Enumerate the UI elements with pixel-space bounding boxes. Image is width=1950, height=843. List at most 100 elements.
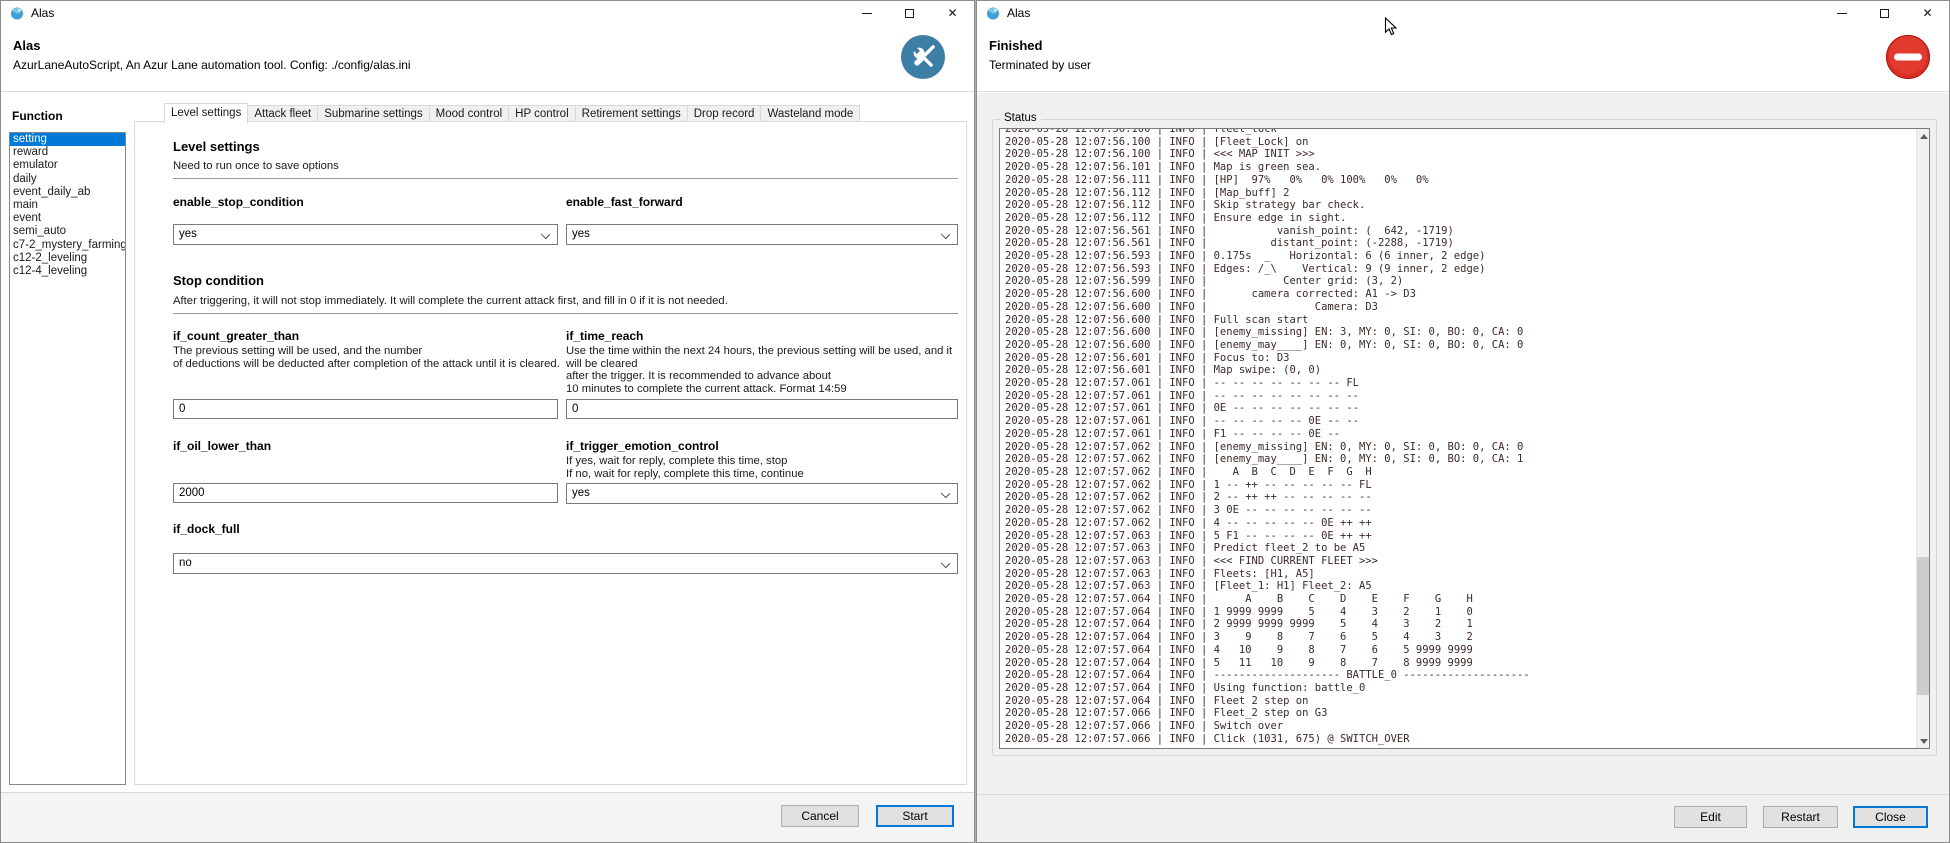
edit-button[interactable]: Edit [1674,806,1747,828]
tab[interactable]: Submarine settings [318,105,429,122]
field-label-if-trigger-emotion-control: if_trigger_emotion_control [566,439,719,453]
function-list-item[interactable]: main [10,199,125,212]
log-line: 2020-05-28 12:07:57.063 | INFO | Predict… [1005,542,1915,555]
log-line: 2020-05-28 12:07:56.600 | INFO | [enemy_… [1005,339,1915,352]
close-button[interactable]: ✕ [931,1,974,25]
log-line: 2020-05-28 12:07:57.062 | INFO | [enemy_… [1005,453,1915,466]
if-time-reach-input[interactable] [566,399,958,419]
titlebar: Alas ✕ [977,1,1949,25]
chevron-down-icon [941,559,950,568]
minimize-button[interactable] [845,1,888,25]
log-lines: 2020-05-28 12:07:56.100 | INFO | fleet_l… [1005,128,1915,745]
status-panel: Status 2020-05-28 12:07:56.100 | INFO | … [977,93,1949,794]
tab[interactable]: HP control [509,105,575,122]
close-action-button[interactable]: Close [1853,806,1928,828]
minimize-icon [1837,13,1847,14]
if-oil-lower-than-input[interactable] [173,483,558,503]
restart-button[interactable]: Restart [1763,806,1838,828]
function-list-item[interactable]: daily [10,173,125,186]
function-list-item[interactable]: event [10,212,125,225]
scroll-up-button[interactable] [1917,129,1930,143]
if-trigger-emotion-control-select[interactable]: yes [566,483,958,504]
cancel-button[interactable]: Cancel [781,805,859,827]
tab[interactable]: Level settings [164,103,248,123]
maximize-button[interactable] [1863,1,1906,25]
alas-app-icon[interactable] [10,6,24,20]
tools-icon [900,34,946,80]
log-line: 2020-05-28 12:07:56.100 | INFO | <<< MAP… [1005,148,1915,161]
log-line: 2020-05-28 12:07:57.066 | INFO | Switch … [1005,720,1915,733]
scrollbar-thumb[interactable] [1917,557,1930,695]
divider [173,178,958,179]
start-button[interactable]: Start [876,805,954,827]
field-label-if-dock-full: if_dock_full [173,522,240,536]
log-line: 2020-05-28 12:07:57.062 | INFO | 4 -- --… [1005,517,1915,530]
log-line: 2020-05-28 12:07:57.061 | INFO | -- -- -… [1005,377,1915,390]
window-title: Alas [1007,6,1030,20]
log-line: 2020-05-28 12:07:57.061 | INFO | 0E -- -… [1005,402,1915,415]
chevron-down-icon [541,230,550,239]
stopped-icon [1885,34,1931,80]
select-value: no [179,557,192,569]
maximize-button[interactable] [888,1,931,25]
function-list-item[interactable]: c12-2_leveling [10,252,125,265]
arrow-down-icon [1920,739,1928,744]
log-line: 2020-05-28 12:07:56.101 | INFO | Map is … [1005,161,1915,174]
field-label-if-time-reach: if_time_reach [566,329,643,343]
log-line: 2020-05-28 12:07:57.062 | INFO | A B C D… [1005,466,1915,479]
field-label-if-oil-lower-than: if_oil_lower_than [173,439,271,453]
enable-stop-condition-select[interactable]: yes [173,224,558,245]
if-dock-full-select[interactable]: no [173,553,958,574]
function-list-item[interactable]: c7-2_mystery_farming [10,239,125,252]
status-subtitle: Terminated by user [989,58,1091,72]
log-line: 2020-05-28 12:07:56.600 | INFO | Camera:… [1005,301,1915,314]
section-title-stop-condition: Stop condition [173,273,264,288]
page-subtitle: AzurLaneAutoScript, An Azur Lane automat… [13,58,411,72]
log-line: 2020-05-28 12:07:57.063 | INFO | <<< FIN… [1005,555,1915,568]
status-title: Finished [989,38,1042,53]
scroll-down-button[interactable] [1917,734,1930,748]
log-line: 2020-05-28 12:07:57.064 | INFO | 4 10 9 … [1005,644,1915,657]
log-line: 2020-05-28 12:07:57.062 | INFO | 1 -- ++… [1005,479,1915,492]
minimize-button[interactable] [1820,1,1863,25]
tabs: Level settingsAttack fleetSubmarine sett… [134,103,967,122]
log-line: 2020-05-28 12:07:57.064 | INFO | 3 9 8 7… [1005,631,1915,644]
function-list-item[interactable]: reward [10,146,125,159]
chevron-down-icon [941,230,950,239]
function-list-item[interactable]: event_daily_ab [10,186,125,199]
log-line: 2020-05-28 12:07:56.561 | INFO | distant… [1005,237,1915,250]
tab[interactable]: Mood control [430,105,509,122]
log-line: 2020-05-28 12:07:56.561 | INFO | vanish_… [1005,225,1915,238]
log-line: 2020-05-28 12:07:57.061 | INFO | F1 -- -… [1005,428,1915,441]
function-list-item[interactable]: semi_auto [10,225,125,238]
log-line: 2020-05-28 12:07:57.061 | INFO | -- -- -… [1005,390,1915,403]
log-line: 2020-05-28 12:07:57.062 | INFO | [enemy_… [1005,441,1915,454]
function-list-item[interactable]: emulator [10,159,125,172]
log-line: 2020-05-28 12:07:56.112 | INFO | [Map_bu… [1005,187,1915,200]
function-list-item[interactable]: setting [10,133,125,146]
log-line: 2020-05-28 12:07:57.064 | INFO | 1 9999 … [1005,606,1915,619]
field-label-enable-fast-forward: enable_fast_forward [566,195,683,209]
vertical-scrollbar[interactable] [1916,129,1929,748]
minimize-icon [862,13,872,14]
tab[interactable]: Drop record [688,105,762,122]
app-header: Finished Terminated by user [977,25,1949,92]
log-line: 2020-05-28 12:07:57.064 | INFO | Fleet 2… [1005,695,1915,708]
status-group-label: Status [1000,112,1041,124]
field-desc: If yes, wait for reply, complete this ti… [566,455,966,480]
enable-fast-forward-select[interactable]: yes [566,224,958,245]
log-output[interactable]: 2020-05-28 12:07:56.100 | INFO | fleet_l… [999,128,1930,749]
tab[interactable]: Retirement settings [576,105,688,122]
log-line: 2020-05-28 12:07:57.064 | INFO | -------… [1005,669,1915,682]
tab[interactable]: Attack fleet [248,105,318,122]
alas-app-icon[interactable] [986,6,1000,20]
log-line: 2020-05-28 12:07:57.064 | INFO | Using f… [1005,682,1915,695]
function-list-item[interactable]: c12-4_leveling [10,265,125,278]
close-button[interactable]: ✕ [1906,1,1949,25]
log-line: 2020-05-28 12:07:57.064 | INFO | 5 11 10… [1005,657,1915,670]
log-line: 2020-05-28 12:07:56.112 | INFO | Ensure … [1005,212,1915,225]
log-line: 2020-05-28 12:07:57.066 | INFO | Fleet_2… [1005,707,1915,720]
tab[interactable]: Wasteland mode [761,105,860,122]
log-line: 2020-05-28 12:07:57.064 | INFO | 2 9999 … [1005,618,1915,631]
if-count-greater-than-input[interactable] [173,399,558,419]
